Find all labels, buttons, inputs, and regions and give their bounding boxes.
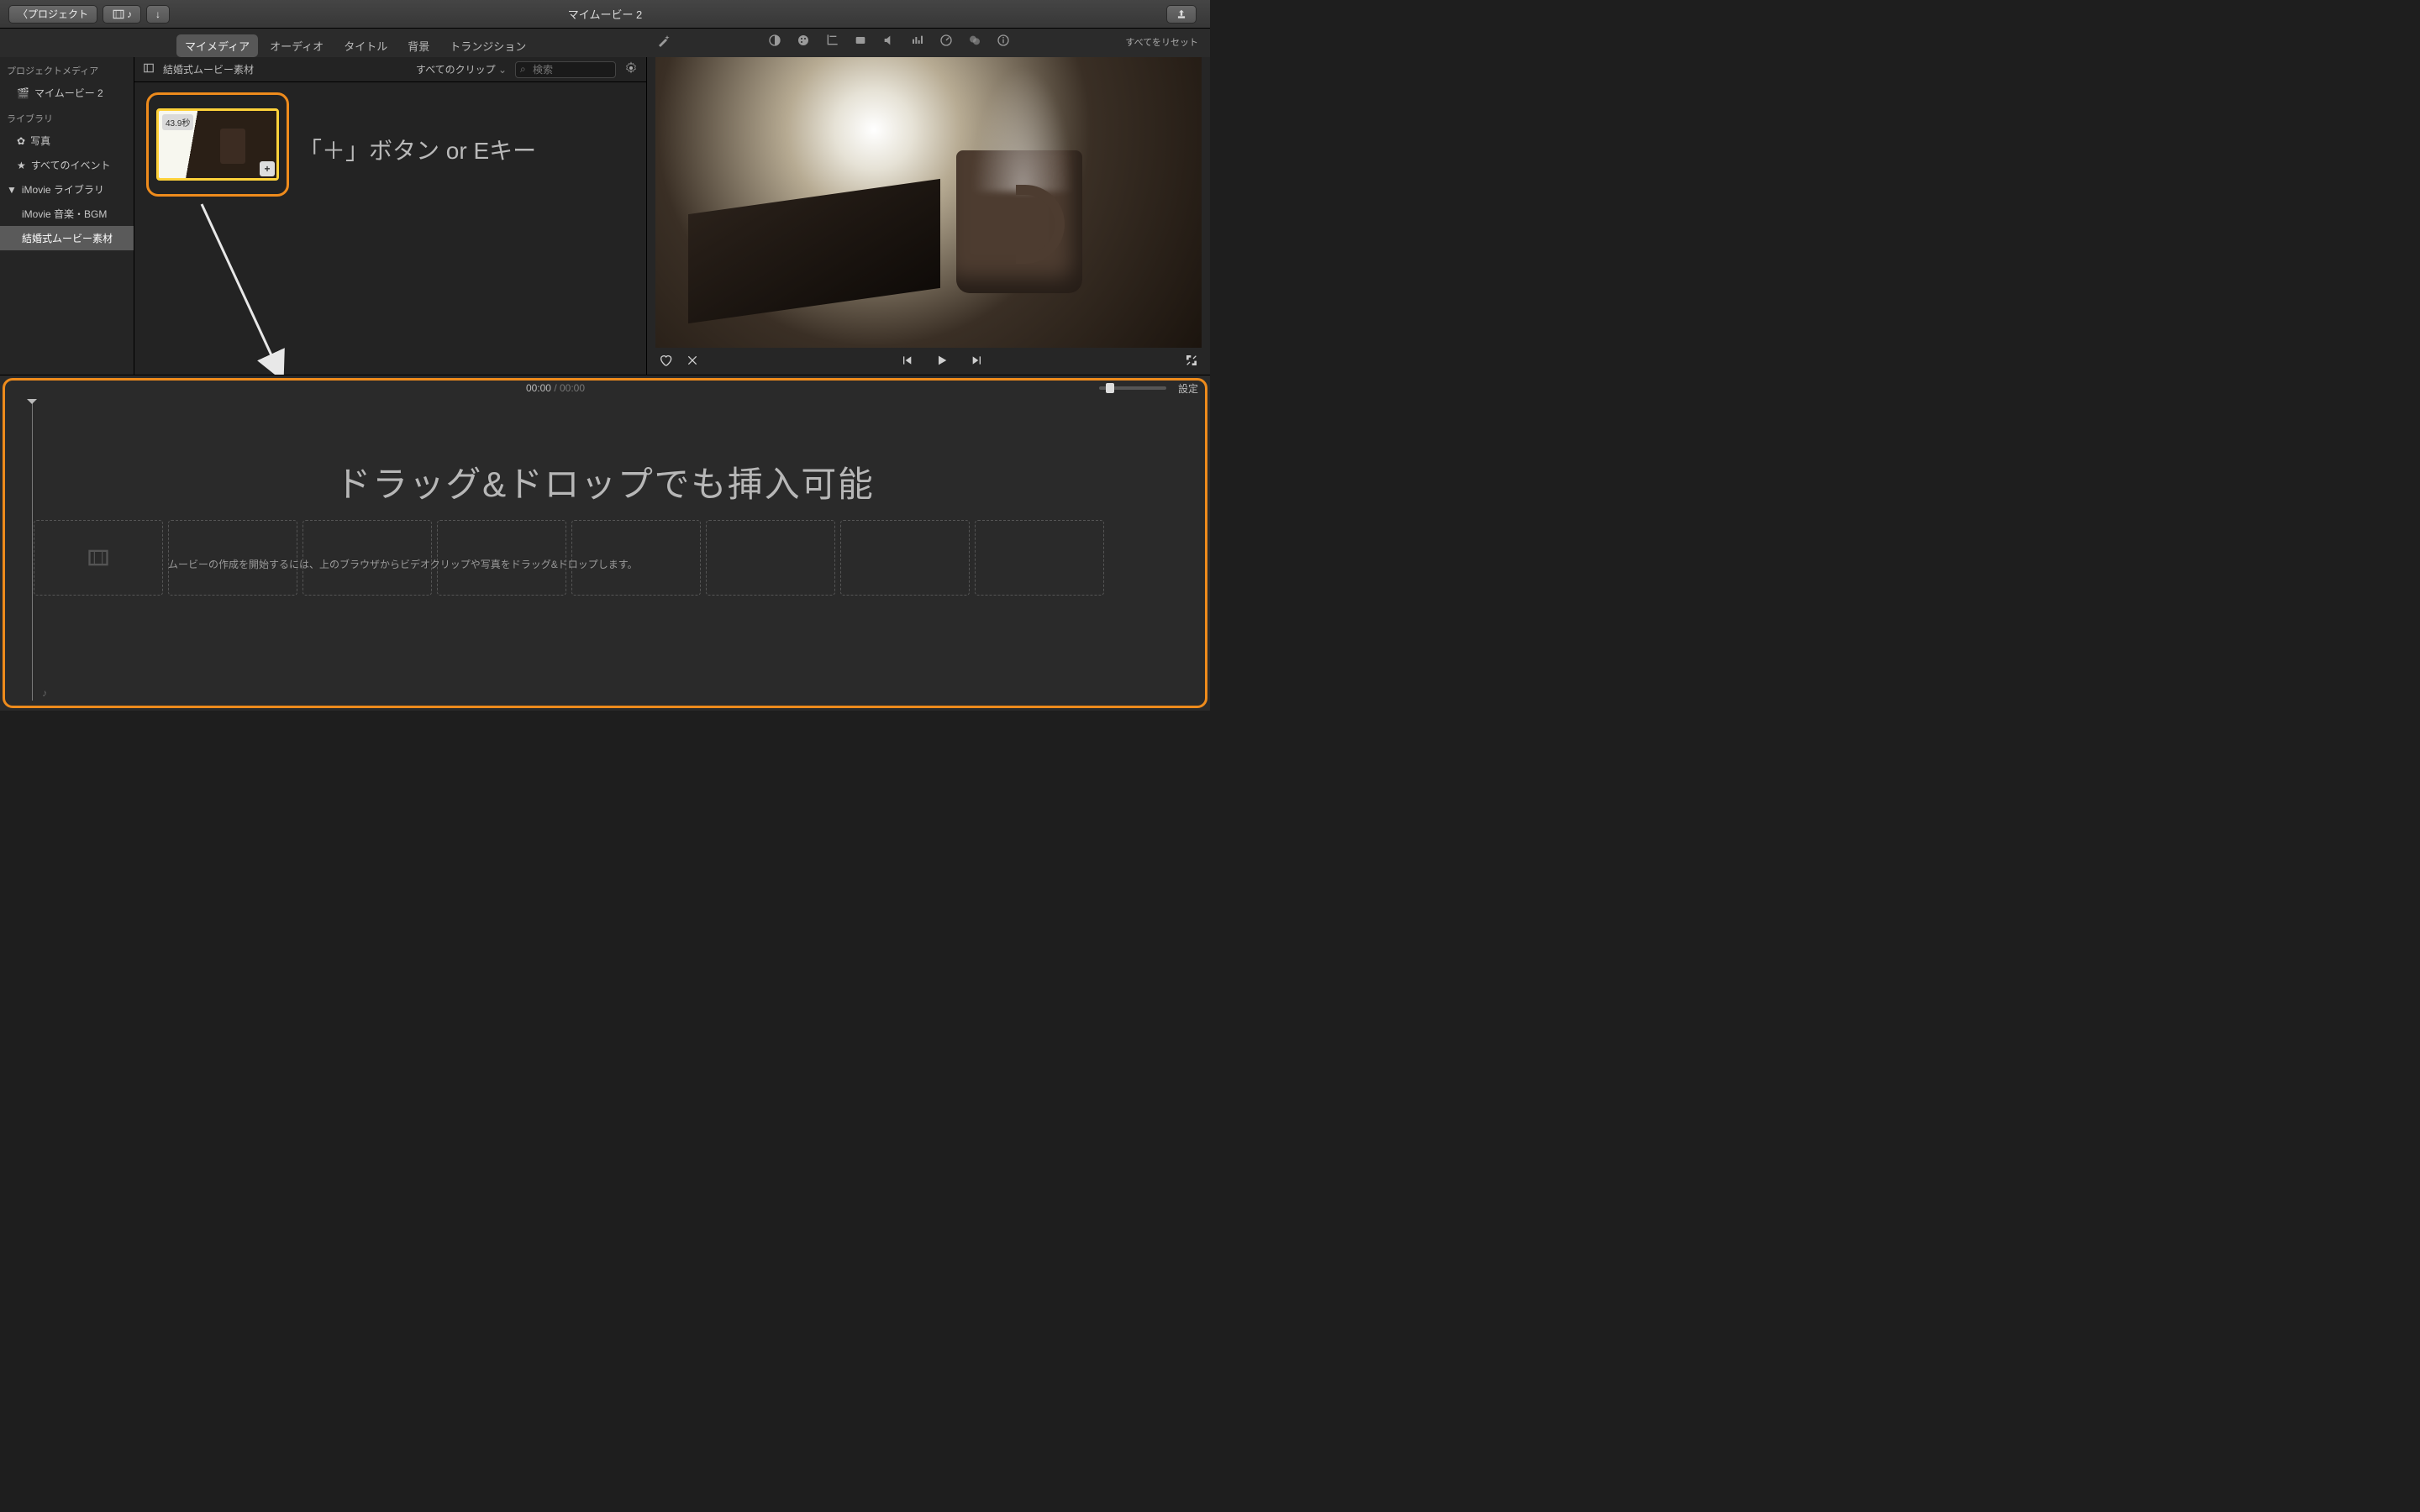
browser-event-title: 結婚式ムービー素材 — [163, 62, 254, 76]
sidebar-item-wedding-event[interactable]: 結婚式ムービー素材 — [0, 226, 134, 250]
sidebar-toggle-icon[interactable] — [143, 62, 155, 76]
back-label: プロジェクト — [28, 7, 88, 21]
share-button[interactable] — [1166, 5, 1197, 24]
viewer-controls — [647, 348, 1210, 375]
preview-image — [655, 57, 1202, 348]
tab-transitions[interactable]: トランジション — [441, 34, 534, 57]
media-browser: 結婚式ムービー素材 すべてのクリップ ⌕ 43.9秒 + 「＋」ボタン or E… — [134, 57, 647, 375]
favorite-icon[interactable] — [659, 354, 672, 370]
filmstrip-icon — [112, 8, 125, 20]
disclosure-triangle-icon[interactable]: ▼ — [7, 184, 17, 196]
sidebar-all-events-label: すべてのイベント — [31, 158, 111, 172]
timecode-sep: / — [554, 382, 560, 394]
timeline-placeholder — [706, 520, 835, 596]
clip-filter-dropdown[interactable]: すべてのクリップ — [416, 62, 507, 76]
timeline-empty-hint: ムービーの作成を開始するには、上のブラウザからビデオクリップや写真をドラッグ&ド… — [168, 557, 638, 571]
sidebar-imovie-lib-label: iMovie ライブラリ — [22, 182, 104, 197]
window-title: マイムービー 2 — [0, 6, 1210, 22]
reset-all-button[interactable]: すべてをリセット — [1125, 35, 1198, 49]
playhead[interactable] — [32, 401, 33, 701]
annotation-plus-hint: 「＋」ボタン or Eキー — [298, 133, 536, 166]
speed-icon[interactable] — [939, 34, 953, 50]
stabilize-icon[interactable] — [854, 34, 867, 50]
back-button[interactable]: 〈 プロジェクト — [8, 5, 97, 24]
toolbar: 〈 プロジェクト ♪ ↓ マイムービー 2 — [0, 0, 1210, 29]
crop-icon[interactable] — [825, 34, 839, 50]
tab-row: マイメディア オーディオ タイトル 背景 トランジション すべてをリセット — [0, 29, 1210, 57]
import-button[interactable]: ↓ — [146, 5, 170, 24]
viewer-tools — [657, 34, 1010, 50]
sidebar-project-label: マイムービー 2 — [34, 86, 103, 100]
sidebar-item-all-events[interactable]: ★ すべてのイベント — [0, 153, 134, 177]
tab-audio[interactable]: オーディオ — [261, 34, 332, 57]
contrast-icon[interactable] — [768, 34, 781, 50]
timeline-placeholder — [975, 520, 1104, 596]
timeline-header: 00:00 / 00:00 設定 — [0, 375, 1210, 401]
sidebar-section-library: ライブラリ — [0, 105, 134, 129]
play-button[interactable] — [935, 354, 949, 370]
timecode-current: 00:00 — [526, 382, 551, 394]
timecode-total: 00:00 — [560, 382, 585, 394]
music-note-icon: ♪ — [42, 687, 47, 699]
tab-my-media[interactable]: マイメディア — [176, 34, 258, 57]
color-palette-icon[interactable] — [797, 34, 810, 50]
search-icon: ⌕ — [520, 63, 526, 76]
music-note-icon: ♪ — [127, 8, 132, 20]
chevron-left-icon: 〈 — [18, 7, 28, 21]
reject-icon[interactable] — [686, 354, 699, 370]
flower-icon: ✿ — [17, 135, 25, 147]
clapper-icon: 🎬 — [17, 87, 29, 99]
fullscreen-icon[interactable] — [1185, 354, 1198, 370]
add-clip-button[interactable]: + — [260, 161, 275, 176]
equalizer-icon[interactable] — [911, 34, 924, 50]
annotation-drag-hint: ドラッグ&ドロップでも挿入可能 — [0, 456, 1210, 507]
clip-thumbnail[interactable]: 43.9秒 + — [156, 108, 279, 181]
sidebar: プロジェクトメディア 🎬 マイムービー 2 ライブラリ ✿ 写真 ★ すべてのイ… — [0, 57, 134, 375]
prev-frame-button[interactable] — [900, 354, 913, 370]
gear-icon[interactable] — [624, 61, 638, 77]
zoom-slider[interactable] — [1099, 386, 1166, 390]
timeline-placeholder — [840, 520, 970, 596]
sidebar-section-project-media: プロジェクトメディア — [0, 57, 134, 81]
download-arrow-icon: ↓ — [155, 8, 160, 20]
annotation-arrow-icon — [193, 200, 311, 385]
sidebar-wedding-label: 結婚式ムービー素材 — [22, 231, 113, 245]
info-icon[interactable] — [997, 34, 1010, 50]
next-frame-button[interactable] — [971, 354, 984, 370]
magic-wand-icon[interactable] — [657, 34, 671, 50]
zoom-knob[interactable] — [1106, 383, 1114, 393]
share-icon — [1176, 8, 1187, 20]
timeline-settings-button[interactable]: 設定 — [1178, 381, 1198, 396]
clip-duration-badge: 43.9秒 — [162, 114, 193, 130]
sidebar-music-bgm-label: iMovie 音楽・BGM — [22, 207, 107, 221]
filmstrip-icon — [87, 546, 110, 570]
annotation-highlight-clip: 43.9秒 + — [146, 92, 289, 197]
viewer — [647, 57, 1210, 375]
plus-icon: + — [264, 163, 270, 175]
timeline-placeholder-media — [34, 520, 163, 596]
sidebar-item-photos[interactable]: ✿ 写真 — [0, 129, 134, 153]
sidebar-photos-label: 写真 — [30, 134, 50, 148]
timeline[interactable]: 00:00 / 00:00 設定 ドラッグ&ドロップでも挿入可能 ムービーの作成… — [0, 375, 1210, 711]
volume-icon[interactable] — [882, 34, 896, 50]
star-icon: ★ — [17, 160, 26, 171]
search-input[interactable] — [515, 61, 616, 78]
tab-background[interactable]: 背景 — [399, 34, 438, 57]
sidebar-item-music-bgm[interactable]: iMovie 音楽・BGM — [0, 202, 134, 226]
tab-titles[interactable]: タイトル — [335, 34, 396, 57]
library-view-button[interactable]: ♪ — [103, 5, 141, 24]
browser-header: 結婚式ムービー素材 すべてのクリップ ⌕ — [134, 57, 646, 82]
sidebar-item-project[interactable]: 🎬 マイムービー 2 — [0, 81, 134, 105]
sidebar-item-imovie-library[interactable]: ▼ iMovie ライブラリ — [0, 177, 134, 202]
filter-icon[interactable] — [968, 34, 981, 50]
